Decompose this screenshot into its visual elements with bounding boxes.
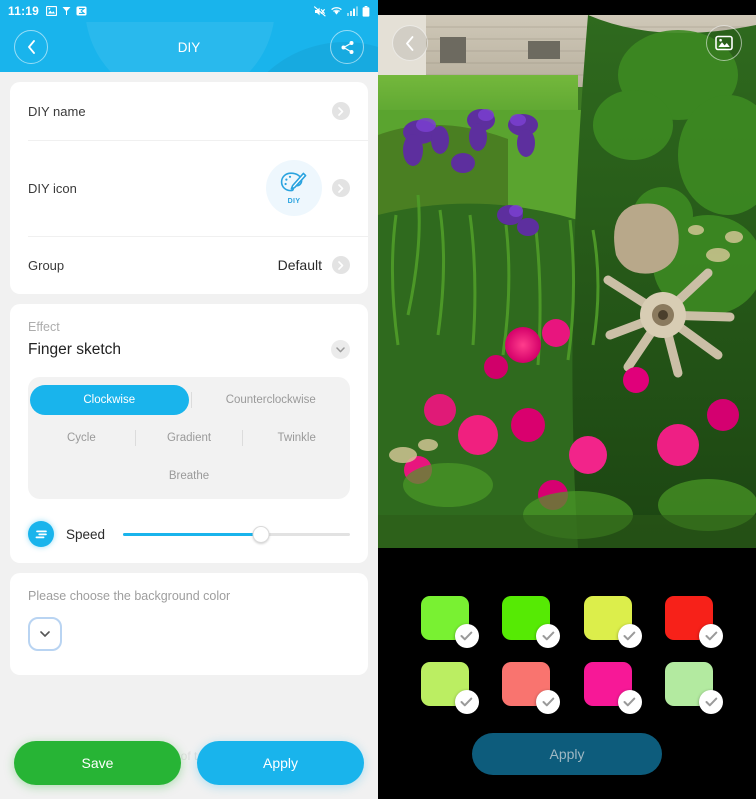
swatch-1[interactable]	[420, 596, 479, 648]
row-label-diy-icon: DIY icon	[28, 180, 77, 196]
status-right-icons	[314, 5, 370, 17]
chevron-left-icon	[27, 40, 35, 54]
mode-chip-counterclockwise[interactable]: Counterclockwise	[192, 385, 351, 415]
share-icon	[341, 40, 353, 54]
speed-slider[interactable]	[123, 525, 350, 543]
image-icon	[46, 6, 58, 16]
mode-chip-breathe[interactable]: Breathe	[28, 461, 350, 491]
check-icon	[536, 690, 561, 714]
photo-apply-button[interactable]: Apply	[472, 733, 662, 775]
save-button[interactable]: Save	[14, 741, 181, 785]
row-right-diy-name	[332, 102, 350, 120]
speed-icon	[28, 521, 54, 547]
swatch-8[interactable]	[665, 662, 724, 714]
check-icon	[536, 624, 561, 648]
status-bar: 11:19	[0, 0, 378, 22]
background-color-card: Please choose the background color	[10, 573, 368, 675]
check-icon	[617, 624, 642, 648]
mode-row-1: Clockwise Counterclockwise	[28, 381, 350, 419]
check-icon	[617, 690, 642, 714]
swatch-cell	[486, 662, 568, 714]
bottom-actions: Save Apply	[0, 741, 378, 785]
check-icon	[699, 624, 724, 648]
row-right-diy-icon: DIY	[266, 160, 350, 216]
mode-chip-twinkle[interactable]: Twinkle	[243, 423, 350, 453]
diy-icon-preview[interactable]: DIY	[266, 160, 322, 216]
background-color-swatch[interactable]	[28, 617, 62, 651]
row-label-diy-name: DIY name	[28, 103, 86, 119]
mode-row-2: Cycle Gradient Twinkle	[28, 419, 350, 457]
effect-name: Finger sketch	[28, 340, 122, 358]
chevron-down-icon	[40, 630, 50, 637]
swatch-cell	[404, 596, 486, 648]
status-left-icons	[46, 6, 87, 16]
effect-selector[interactable]: Finger sketch	[28, 340, 350, 359]
chevron-right-icon[interactable]	[332, 102, 350, 120]
check-icon	[699, 690, 724, 714]
gallery-button[interactable]	[706, 25, 742, 61]
effect-mode-group: Clockwise Counterclockwise Cycle Gradien…	[28, 377, 350, 499]
speed-label: Speed	[66, 526, 106, 542]
swatch-cell	[649, 596, 731, 648]
photo-back-button[interactable]	[392, 25, 428, 61]
chevron-right-icon[interactable]	[332, 179, 350, 197]
color-swatch-grid	[378, 596, 756, 714]
speed-control: Speed	[28, 521, 350, 547]
palette-brush-icon	[280, 172, 307, 192]
check-icon	[454, 690, 479, 714]
back-button[interactable]	[14, 30, 48, 64]
row-diy-icon[interactable]: DIY icon DIY	[10, 140, 368, 236]
garden-photo[interactable]	[378, 15, 756, 548]
color-picker-panel: Apply	[378, 0, 756, 799]
background-color-title: Please choose the background color	[28, 589, 231, 603]
check-icon	[454, 624, 479, 648]
row-right-group: Default	[278, 256, 350, 274]
row-diy-name[interactable]: DIY name	[10, 82, 368, 140]
mode-chip-gradient[interactable]: Gradient	[136, 423, 243, 453]
swatch-cell	[567, 596, 649, 648]
apply-button[interactable]: Apply	[197, 741, 364, 785]
swatch-cell	[486, 596, 568, 648]
mode-chip-clockwise[interactable]: Clockwise	[30, 385, 189, 415]
group-value: Default	[277, 257, 322, 273]
row-label-group: Group	[28, 257, 65, 273]
row-group[interactable]: Group Default	[10, 236, 368, 294]
swatch-6[interactable]	[502, 662, 561, 714]
photo-container[interactable]	[378, 15, 756, 548]
mode-row-3: Breathe	[28, 457, 350, 495]
mute-icon	[314, 5, 326, 17]
chevron-down-icon[interactable]	[331, 340, 350, 359]
mode-chip-cycle[interactable]: Cycle	[28, 423, 135, 453]
chevron-right-icon[interactable]	[332, 256, 350, 274]
swatch-3[interactable]	[583, 596, 642, 648]
status-time: 11:19	[8, 4, 40, 18]
swatch-4[interactable]	[665, 596, 724, 648]
swatch-cell	[649, 662, 731, 714]
battery-icon	[362, 5, 370, 17]
settings-scroll-area[interactable]: DIY name DIY icon DIY Group Default Effe…	[0, 72, 378, 799]
swatch-cell	[404, 662, 486, 714]
effect-section-label: Effect	[28, 320, 60, 334]
diy-info-card: DIY name DIY icon DIY Group Default	[10, 82, 368, 294]
app-badge-icon	[76, 6, 87, 16]
image-icon	[715, 35, 733, 51]
photo-header	[378, 18, 756, 68]
swatch-2[interactable]	[502, 596, 561, 648]
app-header: DIY	[0, 22, 378, 72]
tether-icon	[62, 6, 71, 16]
slider-fill	[123, 532, 262, 536]
diy-badge-label: DIY	[287, 198, 301, 205]
header-decoration-1	[85, 22, 275, 72]
wifi-icon	[330, 6, 343, 16]
swatch-5[interactable]	[420, 662, 479, 714]
effect-card: Effect Finger sketch Clockwise Countercl…	[10, 304, 368, 563]
swatch-7[interactable]	[583, 662, 642, 714]
slider-thumb[interactable]	[252, 525, 270, 543]
diy-settings-panel: 11:19 DIY DIY name DIY icon DIY Group De…	[0, 0, 378, 799]
swatch-cell	[567, 662, 649, 714]
signal-icon	[347, 6, 358, 16]
chevron-left-icon	[406, 35, 414, 51]
share-button[interactable]	[330, 30, 364, 64]
